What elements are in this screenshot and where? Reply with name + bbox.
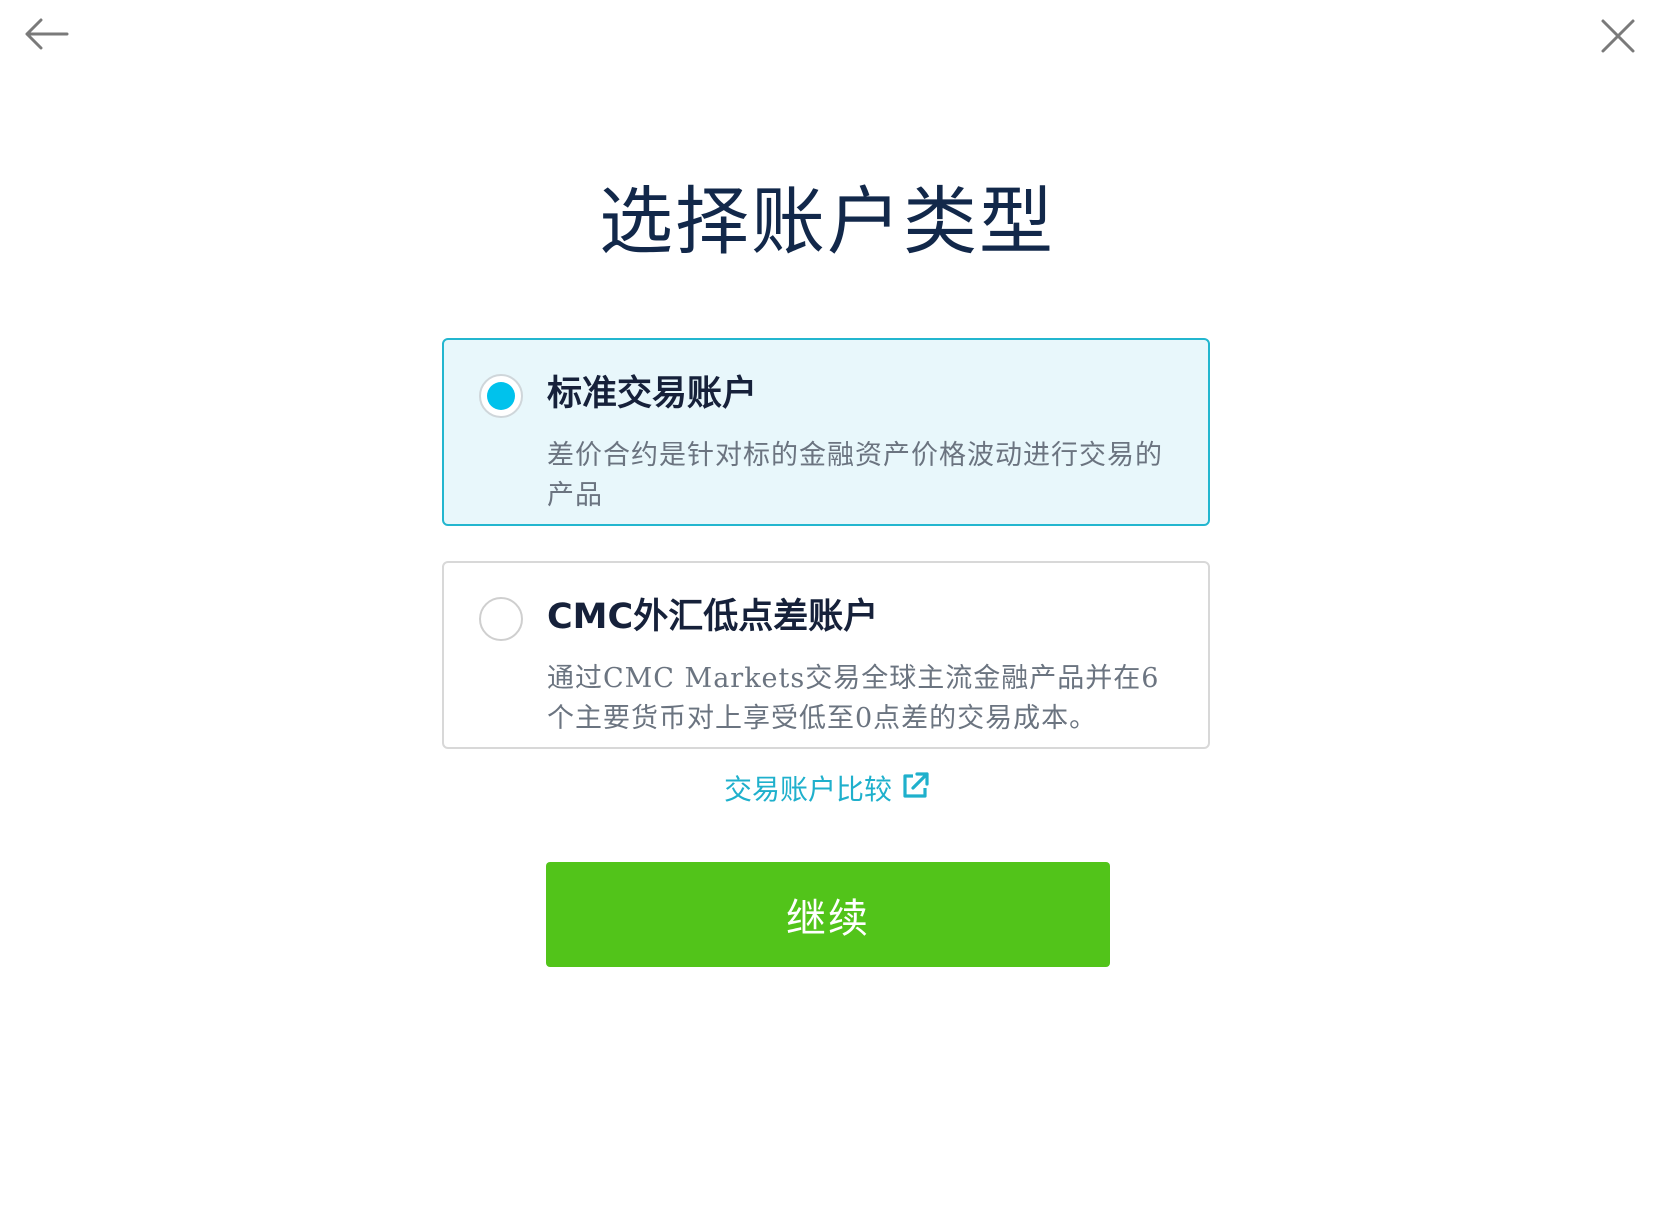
back-button[interactable] xyxy=(18,8,74,64)
compare-link-label: 交易账户比较 xyxy=(723,773,892,806)
arrow-left-icon xyxy=(23,18,69,54)
account-compare-link[interactable]: 交易账户比较 xyxy=(0,770,1654,812)
close-icon xyxy=(1600,18,1636,58)
option-title: 标准交易账户 xyxy=(547,374,758,414)
external-link-icon xyxy=(900,771,930,812)
account-option-standard[interactable]: 标准交易账户 差价合约是针对标的金融资产价格波动进行交易的产品 xyxy=(442,338,1210,526)
option-description: 差价合约是针对标的金融资产价格波动进行交易的产品 xyxy=(547,440,1163,511)
close-button[interactable] xyxy=(1590,10,1646,66)
radio-selected[interactable] xyxy=(479,374,523,418)
account-option-cmc-low-spread[interactable]: CMC外汇低点差账户 通过CMC Markets交易全球主流金融产品并在6个主要… xyxy=(442,561,1210,749)
continue-button[interactable]: 继续 xyxy=(546,862,1110,967)
option-description: 通过CMC Markets交易全球主流金融产品并在6个主要货币对上享受低至0点差… xyxy=(547,663,1160,734)
option-title: CMC外汇低点差账户 xyxy=(547,597,879,637)
page-title: 选择账户类型 xyxy=(599,179,1055,265)
radio-unselected[interactable] xyxy=(479,597,523,641)
